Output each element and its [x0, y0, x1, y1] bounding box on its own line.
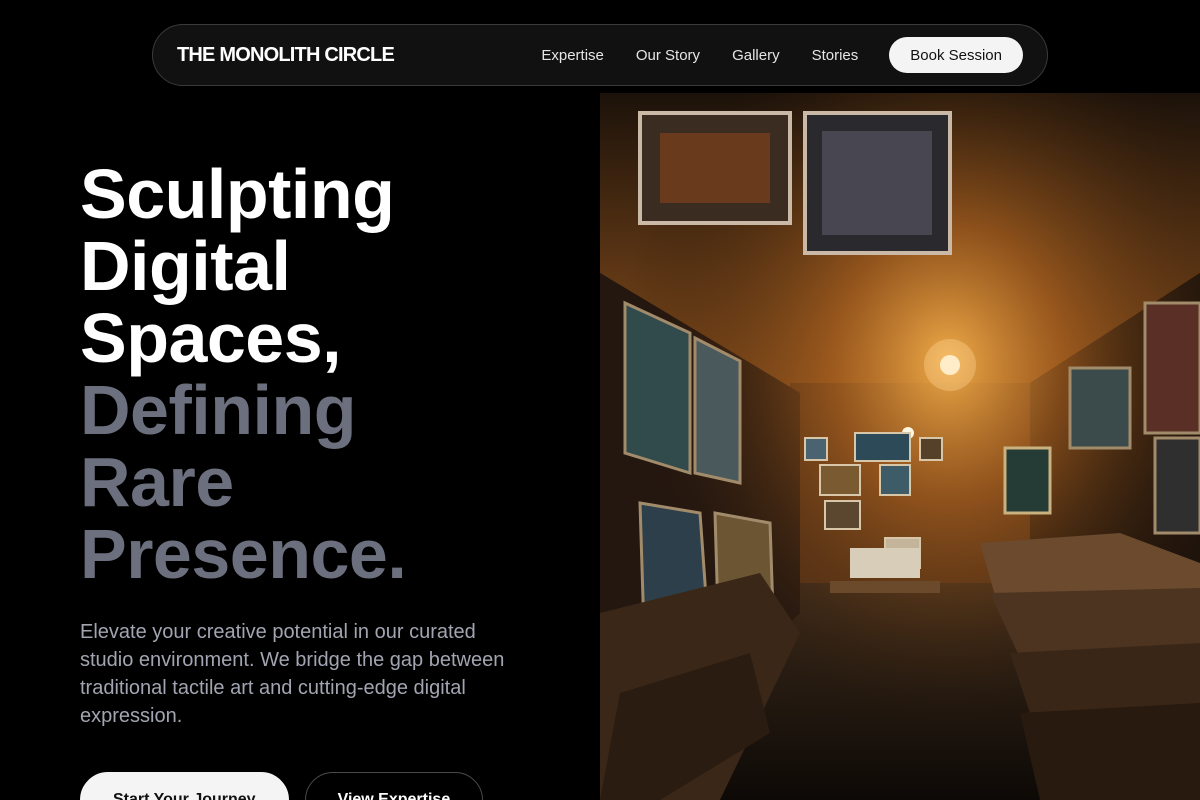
nav-link-expertise[interactable]: Expertise [541, 47, 604, 64]
hero-cta-group: Start Your Journey View Expertise [80, 772, 580, 800]
nav-link-stories[interactable]: Stories [812, 47, 859, 64]
headline-line-2: Digital [80, 227, 291, 305]
headline-line-1: Sculpting [80, 155, 395, 233]
headline-line-3: Spaces, [80, 299, 342, 377]
headline-line-6: Presence. [80, 515, 407, 593]
book-session-button[interactable]: Book Session [889, 37, 1023, 73]
headline-line-5: Rare [80, 443, 234, 521]
gallery-corridor-illustration [600, 93, 1200, 800]
nav-link-our-story[interactable]: Our Story [636, 47, 700, 64]
landing-page: THE MONOLITH CIRCLE Expertise Our Story … [0, 0, 1200, 800]
view-expertise-button[interactable]: View Expertise [304, 772, 484, 800]
brand-logo[interactable]: THE MONOLITH CIRCLE [177, 44, 395, 67]
headline-line-4: Defining [80, 371, 356, 449]
nav-link-gallery[interactable]: Gallery [732, 47, 780, 64]
top-navigation: THE MONOLITH CIRCLE Expertise Our Story … [152, 24, 1048, 86]
hero-description: Elevate your creative potential in our c… [80, 621, 505, 727]
nav-menu: Expertise Our Story Gallery Stories Book… [541, 37, 1023, 73]
gallery-hero-image [600, 93, 1200, 800]
hero-headline: Sculpting Digital Spaces, Defining Rare … [80, 158, 580, 590]
hero-section: Sculpting Digital Spaces, Defining Rare … [80, 158, 580, 800]
start-journey-button[interactable]: Start Your Journey [80, 772, 289, 800]
